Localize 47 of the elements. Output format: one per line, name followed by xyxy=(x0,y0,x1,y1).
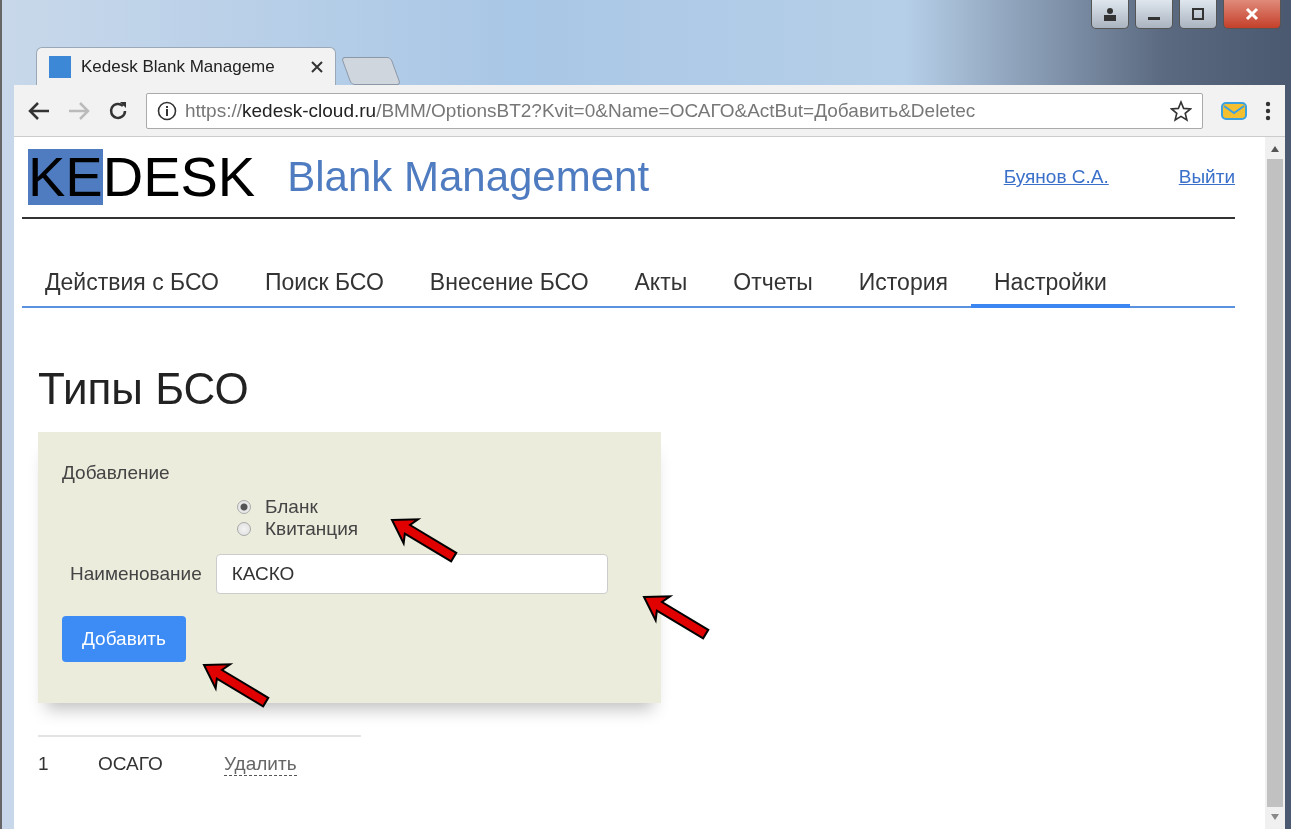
section-label: Добавление xyxy=(62,462,170,483)
favicon-icon xyxy=(49,55,71,78)
radio-button[interactable] xyxy=(237,500,251,514)
menu-icon[interactable] xyxy=(1265,100,1271,121)
app-title: Blank Management xyxy=(287,153,651,201)
close-icon xyxy=(1245,7,1259,21)
maximize-button[interactable] xyxy=(1179,0,1217,29)
user-button[interactable] xyxy=(1091,0,1129,29)
nav-tab[interactable]: Внесение БСО xyxy=(406,269,612,308)
field-label: Наименование xyxy=(70,563,202,585)
scroll-down-icon[interactable] xyxy=(1270,813,1280,821)
close-button[interactable] xyxy=(1223,0,1281,29)
logout-link[interactable]: Выйти xyxy=(1178,166,1235,188)
reload-icon[interactable] xyxy=(108,100,128,121)
address-bar[interactable]: https://kedesk-cloud.ru/BMM/OptionsBT2?Kvit=0&Name=ОСАГО&ActBut=Добавить&Deletec xyxy=(146,92,1203,129)
radio-label: Квитанция xyxy=(265,518,359,540)
radio-button[interactable] xyxy=(237,522,251,536)
logo: KEDESK xyxy=(28,149,256,205)
annotation-arrow xyxy=(390,518,458,563)
minimize-icon xyxy=(1148,16,1160,20)
nav-tab[interactable]: Акты xyxy=(611,269,711,308)
delete-link[interactable]: Удалить xyxy=(224,753,297,776)
annotation-arrow xyxy=(642,595,710,640)
nav-tab[interactable]: История xyxy=(835,269,971,308)
nav-tab[interactable]: Отчеты xyxy=(710,269,836,308)
scroll-up-icon[interactable] xyxy=(1270,145,1280,153)
name-field[interactable]: КАСКО xyxy=(215,554,608,594)
nav-tab[interactable]: Настройки xyxy=(971,269,1130,308)
close-icon[interactable] xyxy=(311,60,323,73)
table-cell-text: 1 xyxy=(38,753,50,776)
url-text: https://kedesk-cloud.ru/BMM/OptionsBT2?Kvit=0&Name=ОСАГО&ActBut=Добавить&Deletec xyxy=(185,99,977,122)
browser-tab[interactable]: Kedesk Blank Manageme xyxy=(36,47,336,85)
mail-icon[interactable] xyxy=(1221,100,1247,121)
scrollbar[interactable] xyxy=(1265,137,1285,829)
back-icon[interactable] xyxy=(28,100,50,121)
user-icon xyxy=(1103,7,1117,21)
nav-tab[interactable]: Поиск БСО xyxy=(241,269,407,308)
maximize-icon xyxy=(1191,7,1205,21)
info-icon[interactable] xyxy=(157,100,177,121)
radio-label: Бланк xyxy=(265,496,318,518)
minimize-button[interactable] xyxy=(1135,0,1173,29)
annotation-arrow xyxy=(202,663,270,708)
star-icon[interactable] xyxy=(1170,99,1192,122)
table-cell-text: ОСАГО xyxy=(98,753,164,776)
page-title: Типы БСО xyxy=(38,364,250,414)
user-link[interactable]: Буянов С.А. xyxy=(1003,166,1109,188)
nav-tab[interactable]: Действия с БСО xyxy=(22,269,242,308)
